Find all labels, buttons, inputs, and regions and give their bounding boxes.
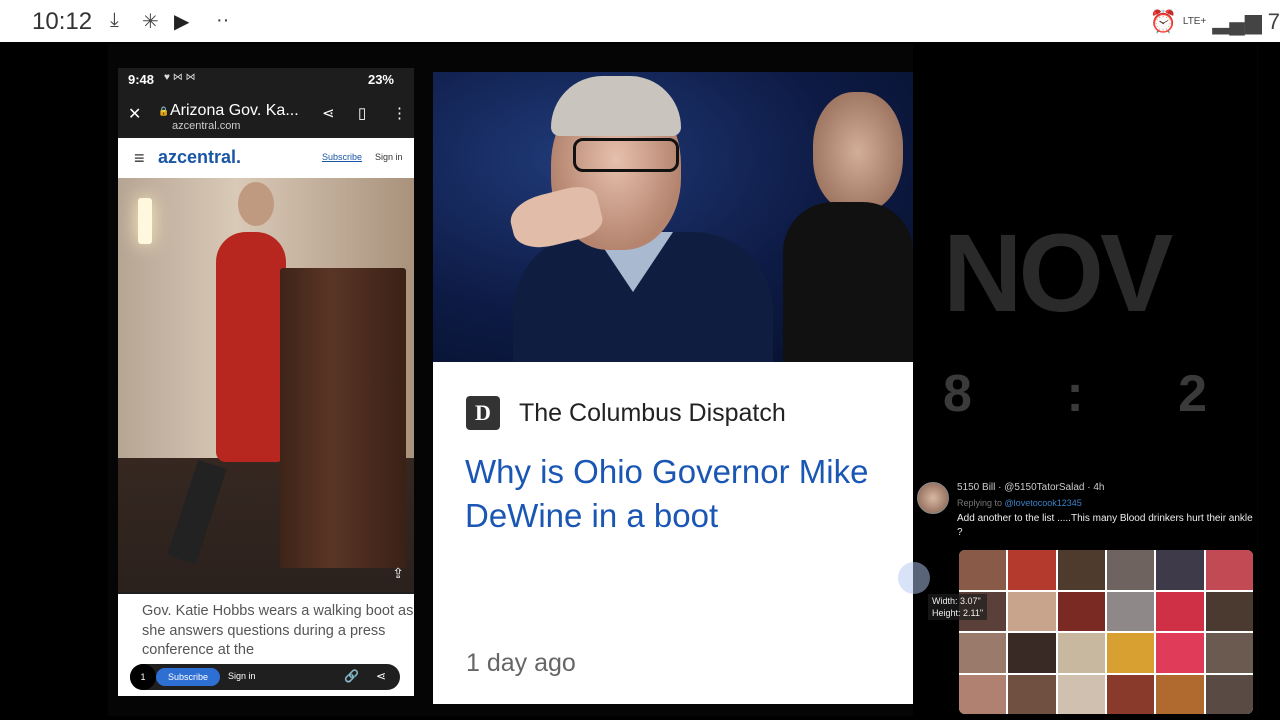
network-type: LTE+ (1182, 16, 1207, 27)
tweet-header: 5150 Bill · @5150TatorSalad · 4h (957, 482, 1105, 493)
status-time: 10:12 (32, 8, 93, 35)
notification-icons: ♥ ⋈ ⋈ (164, 72, 196, 83)
resize-handle[interactable] (898, 562, 930, 594)
collage-tile (1156, 674, 1204, 714)
publisher-logo-icon: D (466, 396, 500, 430)
sign-in-link: Sign in (375, 152, 403, 162)
close-icon: ✕ (128, 106, 142, 123)
subscribe-link: Subscribe (322, 152, 363, 162)
bottom-subscribe: Subscribe (156, 668, 220, 686)
publisher-name: The Columbus Dispatch (519, 399, 786, 427)
collage-tile (1205, 550, 1253, 590)
collage-tile (1156, 591, 1204, 631)
battery-partial: 7 (1267, 9, 1280, 34)
measure-width: Width: 3.07" (932, 596, 981, 606)
photo-podium (280, 268, 406, 568)
url-domain: azcentral.com (172, 120, 241, 132)
collage-tile (1008, 674, 1056, 714)
link-icon: 🔗 (344, 669, 359, 683)
collage-tile (1057, 591, 1105, 631)
bottom-sign-in: Sign in (228, 671, 256, 681)
measurement-overlay: Width: 3.07" Height: 2.11" (928, 594, 988, 620)
collage-tile (959, 550, 1007, 590)
phone-time: 9:48 (128, 72, 155, 87)
reply-prefix: Replying to (957, 498, 1003, 508)
tweet-reply-line: Replying to @lovetocook12345 (957, 498, 1082, 508)
news-age: 1 day ago (466, 649, 576, 677)
photo-background-person-head (813, 92, 903, 212)
photo-boot (167, 459, 227, 565)
youtube-icon: ▶ (174, 11, 190, 33)
collage-tile (1008, 591, 1056, 631)
collage-tile (1156, 633, 1204, 673)
site-header: ≡ azcentral. Subscribe Sign in (118, 138, 414, 178)
hamburger-icon: ≡ (134, 148, 145, 168)
collage-tile (1106, 591, 1155, 631)
image-share-icon: ⇪ (392, 565, 404, 581)
background-clock: 8 : 2 (943, 365, 1248, 423)
collage-tile (1205, 633, 1253, 673)
share-icon: ⋖ (376, 669, 387, 683)
photo-speaker (216, 232, 286, 462)
more-dots-icon: ·· (216, 9, 230, 31)
photo-lamp (138, 198, 152, 244)
collage-tile (1008, 633, 1056, 673)
collage-tile (959, 633, 1007, 673)
avatar (917, 482, 949, 514)
browser-url-bar: ✕ 🔒 Arizona Gov. Ka... azcentral.com ⋖ ▯… (118, 92, 414, 136)
android-status-bar: 10:12 ⤓ ✳ ▶ ·· ⏰ LTE+ ▂▄▆ 7 (0, 0, 1280, 42)
background-text: NOV (943, 212, 1173, 335)
status-right-icons: ⏰ LTE+ ▂▄▆ 7 (1149, 6, 1280, 38)
tweet-image-collage (959, 550, 1253, 714)
signal-icon: ▂▄▆ (1212, 9, 1262, 34)
kebab-menu-icon: ⋮ (392, 105, 407, 122)
collage-tile (1205, 591, 1253, 631)
collage-tile (1156, 550, 1204, 590)
phone-status-bar: 9:48 ♥ ⋈ ⋈ 23% (118, 68, 414, 92)
lock-icon: 🔒 (158, 106, 170, 116)
collage-tile (1205, 674, 1253, 714)
news-headline: Why is Ohio Governor Mike DeWine in a bo… (465, 453, 869, 534)
press-conference-photo: ⇪ (118, 178, 414, 592)
photo-hair (551, 76, 681, 136)
collage-tile (959, 674, 1007, 714)
site-logo: azcentral. (158, 147, 242, 167)
phone-screenshot: 9:48 ♥ ⋈ ⋈ 23% ✕ 🔒 Arizona Gov. Ka... az… (118, 68, 414, 696)
download-icon: ⤓ (110, 9, 119, 31)
collage-tile (1057, 633, 1105, 673)
photo-background-person-body (783, 202, 913, 362)
news-card: D The Columbus Dispatch Why is Ohio Gove… (433, 362, 913, 704)
collage-tile (1057, 550, 1105, 590)
collage-tile (1057, 674, 1105, 714)
measure-height: Height: 2.11" (932, 608, 984, 618)
share-icon: ⋖ (322, 105, 335, 122)
photo-glasses (573, 138, 679, 172)
tweet-body: Add another to the list .....This many B… (957, 513, 1253, 538)
app-icon: ✳ (142, 11, 159, 33)
reply-handle: @lovetocook12345 (1004, 498, 1082, 508)
governor-photo (433, 72, 913, 362)
collage-tile (1106, 633, 1155, 673)
photo-speaker-head (238, 182, 274, 226)
bookmark-icon: ▯ (358, 105, 367, 122)
phone-battery: 23% (367, 72, 394, 87)
collage-tile (1106, 550, 1155, 590)
counter-badge: 1 (130, 664, 156, 690)
alarm-icon: ⏰ (1149, 9, 1177, 34)
collage-tile (1106, 674, 1155, 714)
url-title: Arizona Gov. Ka... (170, 102, 299, 119)
phone-bottom-bar: 1 Subscribe Sign in 🔗 ⋖ (130, 664, 400, 690)
collage-tile (1008, 550, 1056, 590)
